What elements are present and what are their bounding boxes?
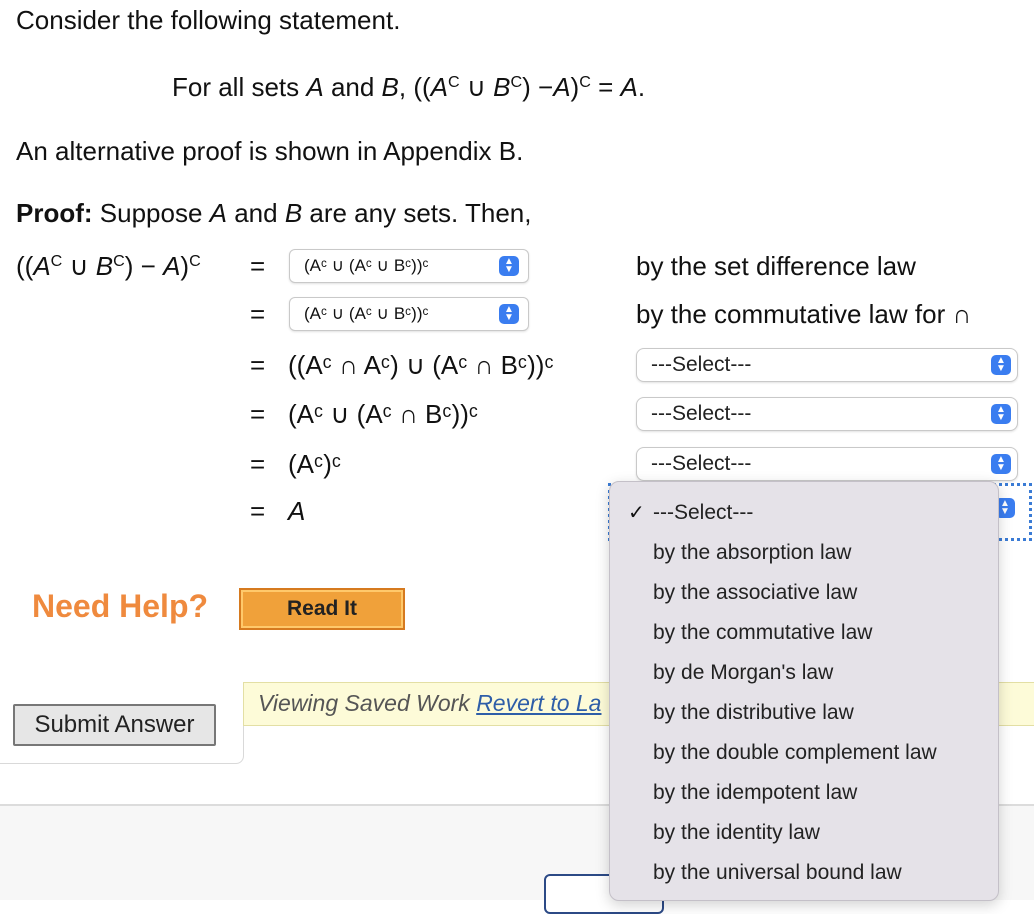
menu-option-associative[interactable]: by the associative law: [653, 579, 857, 607]
revert-link[interactable]: Revert to La: [476, 690, 601, 716]
menu-option-identity[interactable]: by the identity law: [653, 819, 820, 847]
alternative-proof-note: An alternative proof is shown in Appendi…: [16, 136, 524, 166]
chevron-updown-icon: ▲ ▼: [991, 355, 1011, 375]
step-2-select-value: (Aᶜ ∪ (Aᶜ ∪ Bᶜ))ᶜ: [304, 304, 429, 323]
chevron-updown-icon: ▲ ▼: [991, 454, 1011, 474]
need-help-label: Need Help?: [32, 588, 209, 624]
read-it-button[interactable]: Read It: [239, 588, 405, 630]
intro-text: Consider the following statement.: [16, 5, 401, 35]
step-1-reason: by the set difference law: [636, 251, 916, 281]
step-6-equals: =: [250, 496, 266, 526]
step-5-select-value: ---Select---: [651, 452, 752, 475]
step-3-expression: ((Aᶜ ∩ Aᶜ) ∪ (Aᶜ ∩ Bᶜ))ᶜ: [288, 350, 554, 380]
step-4-expression: (Aᶜ ∪ (Aᶜ ∩ Bᶜ))ᶜ: [288, 399, 479, 429]
step-2-reason: by the commutative law for ∩: [636, 299, 972, 329]
step-2-expression-select[interactable]: (Aᶜ ∪ (Aᶜ ∪ Bᶜ))ᶜ ▲ ▼: [289, 297, 529, 331]
chevron-updown-icon: ▲ ▼: [499, 256, 519, 276]
reason-dropdown-menu: ✓ ---Select--- by the absorption law by …: [609, 481, 999, 901]
step-1-select-value: (Aᶜ ∪ (Aᶜ ∪ Bᶜ))ᶜ: [304, 256, 429, 275]
menu-option-select[interactable]: ---Select---: [653, 499, 753, 527]
step-5-expression: (Aᶜ)ᶜ: [288, 449, 342, 479]
saved-work-text: Viewing Saved Work: [258, 690, 477, 716]
step-5-equals: =: [250, 449, 266, 479]
checkmark-icon: ✓: [628, 502, 645, 524]
step-3-select-value: ---Select---: [651, 353, 752, 376]
menu-option-universal-bound[interactable]: by the universal bound law: [653, 859, 902, 887]
step-2-equals: =: [250, 299, 266, 329]
proof-lhs: ((AC ∪ BC) − A)C: [16, 251, 201, 281]
menu-option-distributive[interactable]: by the distributive law: [653, 699, 854, 727]
submit-answer-button[interactable]: Submit Answer: [13, 704, 216, 746]
menu-option-commutative[interactable]: by the commutative law: [653, 619, 872, 647]
statement: For all sets A and B, ((AC ∪ BC) −A)C = …: [172, 72, 646, 102]
menu-option-absorption[interactable]: by the absorption law: [653, 539, 851, 567]
step-5-reason-select[interactable]: ---Select--- ▲ ▼: [636, 447, 1018, 481]
step-4-equals: =: [250, 399, 266, 429]
step-6-expression: A: [288, 496, 306, 526]
proof-heading: Proof: Suppose A and B are any sets. The…: [16, 198, 532, 228]
step-4-reason-select[interactable]: ---Select--- ▲ ▼: [636, 397, 1018, 431]
step-1-equals: =: [250, 251, 266, 281]
step-1-expression-select[interactable]: (Aᶜ ∪ (Aᶜ ∪ Bᶜ))ᶜ ▲ ▼: [289, 249, 529, 283]
menu-option-de-morgan[interactable]: by de Morgan's law: [653, 659, 833, 687]
chevron-updown-icon: ▲ ▼: [991, 404, 1011, 424]
menu-option-double-complement[interactable]: by the double complement law: [653, 739, 937, 767]
step-3-equals: =: [250, 350, 266, 380]
step-4-select-value: ---Select---: [651, 402, 752, 425]
chevron-updown-icon: ▲ ▼: [499, 304, 519, 324]
menu-option-idempotent[interactable]: by the idempotent law: [653, 779, 857, 807]
step-3-reason-select[interactable]: ---Select--- ▲ ▼: [636, 348, 1018, 382]
